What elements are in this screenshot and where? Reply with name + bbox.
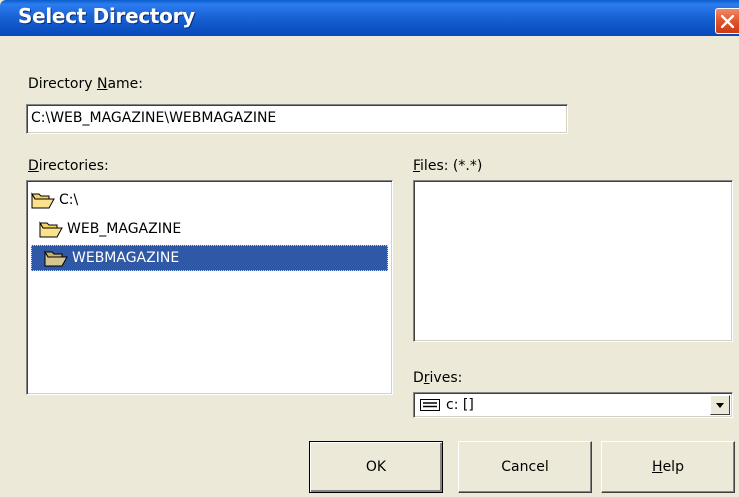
- directory-item-web-magazine[interactable]: WEB_MAGAZINE: [39, 216, 181, 242]
- cancel-button[interactable]: Cancel: [458, 441, 592, 493]
- directory-item-label: C:\: [59, 192, 79, 208]
- cancel-button-label: Cancel: [501, 459, 549, 475]
- directory-item-label: WEBMAGAZINE: [72, 250, 180, 266]
- files-list[interactable]: [413, 180, 733, 342]
- drives-label: Drives:: [413, 370, 463, 386]
- close-icon: [721, 15, 734, 28]
- drives-selected-value: c: []: [446, 397, 474, 413]
- open-folder-icon: [39, 221, 63, 238]
- drives-dropdown[interactable]: c: []: [413, 392, 733, 418]
- title-bar[interactable]: Select Directory: [0, 0, 739, 36]
- chevron-down-icon: [716, 403, 724, 408]
- open-folder-icon: [31, 192, 55, 209]
- ok-button-label: OK: [365, 459, 387, 475]
- dialog-title: Select Directory: [18, 4, 195, 28]
- directory-name-value: C:\WEB_MAGAZINE\WEBMAGAZINE: [31, 110, 277, 126]
- open-folder-icon: [44, 250, 68, 267]
- directory-item-root[interactable]: C:\: [31, 187, 78, 213]
- help-button-label: elp: [662, 459, 684, 475]
- select-directory-dialog: Select Directory Directory Name: C:\WEB_…: [0, 0, 739, 497]
- directory-item-webmagazine[interactable]: WEBMAGAZINE: [31, 245, 388, 271]
- drives-dropdown-button[interactable]: [710, 395, 730, 415]
- directory-name-label: Directory Name:: [28, 76, 144, 92]
- drive-icon: [420, 399, 440, 411]
- directory-name-field[interactable]: C:\WEB_MAGAZINE\WEBMAGAZINE: [26, 104, 568, 134]
- directory-item-label: WEB_MAGAZINE: [67, 221, 182, 237]
- help-accel: H: [652, 459, 663, 475]
- directories-label: Directories:: [28, 158, 109, 174]
- ok-button[interactable]: OK: [309, 441, 443, 493]
- help-button[interactable]: Help: [601, 441, 735, 493]
- files-label: Files: (*.*): [413, 158, 483, 174]
- directories-list[interactable]: C:\ WEB_MAGAZINE WEBMAGAZINE: [26, 180, 393, 395]
- close-button[interactable]: [715, 8, 739, 34]
